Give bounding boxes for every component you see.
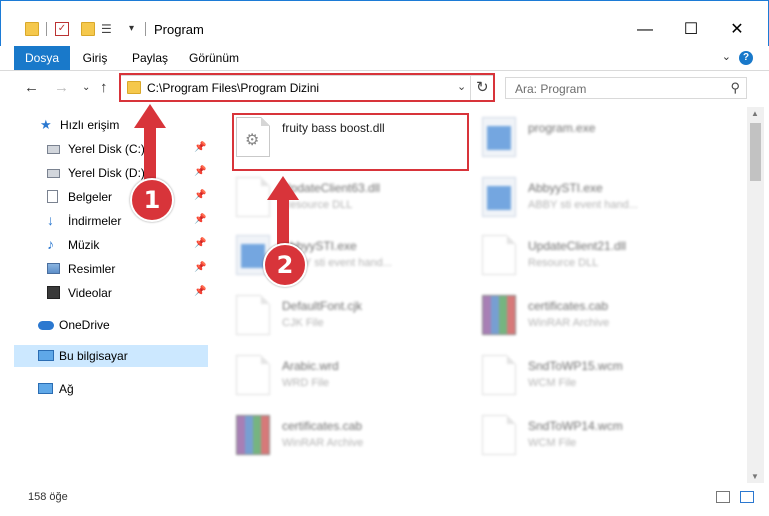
callout-badge-1: 1: [130, 178, 174, 222]
callout-arrows: [134, 104, 299, 248]
arrow-2-head: [267, 176, 299, 200]
callout-badge-2: 2: [263, 243, 307, 287]
arrow-1-head: [134, 104, 166, 128]
